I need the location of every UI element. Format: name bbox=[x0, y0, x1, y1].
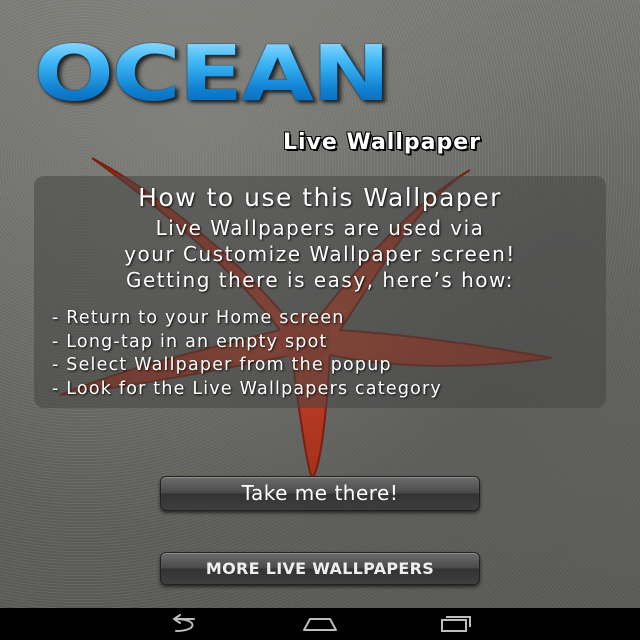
back-icon[interactable] bbox=[164, 614, 204, 634]
intro-line: your Customize Wallpaper screen! bbox=[124, 242, 516, 266]
instructions-intro: Live Wallpapers are used via your Custom… bbox=[34, 215, 606, 293]
step-item: - Long-tap in an empty spot bbox=[52, 331, 328, 352]
recent-apps-icon[interactable] bbox=[436, 614, 476, 634]
intro-line: Live Wallpapers are used via bbox=[155, 216, 485, 240]
step-item: - Select Wallpaper from the popup bbox=[52, 355, 392, 375]
app-logo-title: OCEAN bbox=[34, 29, 391, 119]
system-navigation-bar bbox=[0, 608, 640, 640]
intro-line: Getting there is easy, here’s how: bbox=[125, 268, 515, 292]
instructions-heading: How to use this Wallpaper bbox=[138, 183, 502, 212]
take-me-there-button[interactable]: Take me there! bbox=[160, 476, 480, 511]
steps-list: - Return to your Home screen - Long-tap … bbox=[52, 307, 606, 401]
step-item: - Look for the Live Wallpapers category bbox=[52, 378, 442, 399]
instructions-panel: How to use this Wallpaper Live Wallpaper… bbox=[34, 176, 606, 408]
more-live-wallpapers-button[interactable]: MORE LIVE WALLPAPERS bbox=[160, 552, 480, 585]
app-logo-subtitle: Live Wallpaper bbox=[283, 130, 482, 155]
home-icon[interactable] bbox=[300, 614, 340, 634]
step-item: - Return to your Home screen bbox=[52, 308, 345, 328]
